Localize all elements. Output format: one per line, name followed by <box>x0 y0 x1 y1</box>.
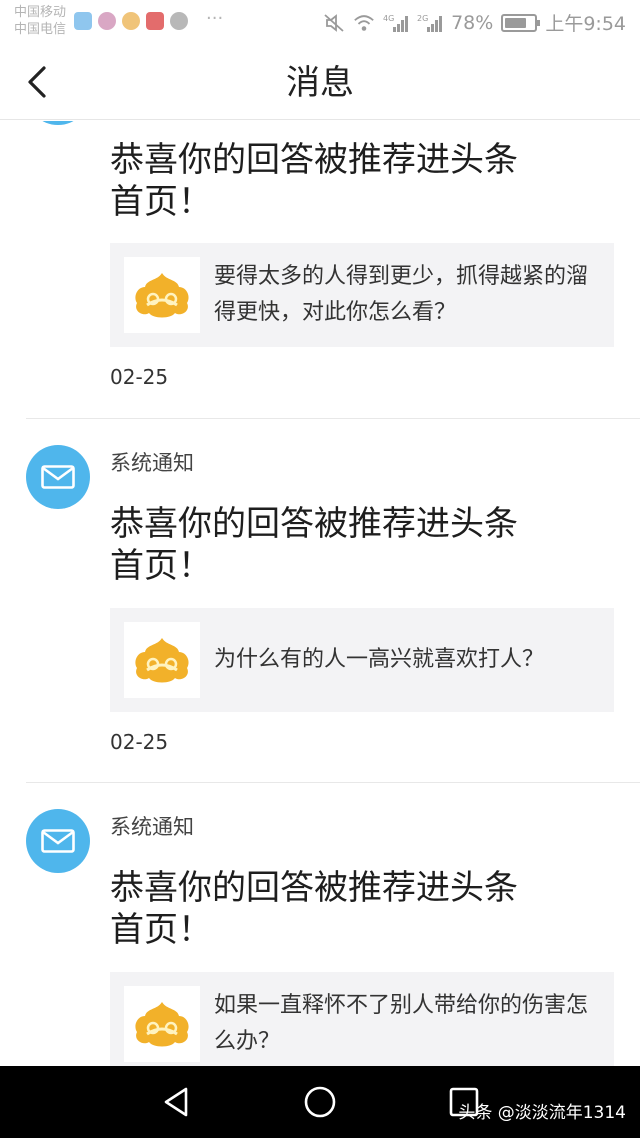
golden-cloud-icon <box>135 273 189 318</box>
navigation-bar: 头条 @淡淡流年1314 <box>0 1066 640 1138</box>
watermark-text: 头条 @淡淡流年1314 <box>458 1103 626 1123</box>
message-headline: 恭喜你的回答被推荐进头条 首页！ <box>110 867 610 951</box>
carrier-1: 中国移动 <box>14 5 67 20</box>
carrier-2: 中国电信 <box>14 22 67 37</box>
question-thumbnail <box>124 622 200 698</box>
clock: 上午9:54 <box>545 13 626 35</box>
sender-name: 系统通知 <box>110 815 194 839</box>
nav-home-button[interactable] <box>302 1084 338 1120</box>
battery-percent: 78% <box>451 11 494 34</box>
app-icon <box>146 12 164 30</box>
question-card[interactable]: 要得太多的人得到更少，抓得越紧的溜得更快，对此你怎么看？ <box>110 243 614 347</box>
mail-avatar <box>26 121 90 125</box>
message-date: 02-25 <box>110 730 169 754</box>
battery-icon <box>501 13 541 32</box>
headline-line-2: 首页！ <box>110 546 212 586</box>
question-text: 要得太多的人得到更少，抓得越紧的溜得更快，对此你怎么看？ <box>214 264 589 325</box>
circle-home-icon <box>304 1086 336 1118</box>
shield-app-icon <box>74 12 92 30</box>
message-item[interactable]: 系统通知 恭喜你的回答被推荐进头条 首页！ 如果一直释怀不了别人带给你的伤害怎么… <box>0 809 640 1066</box>
wifi-icon <box>354 14 374 31</box>
envelope-icon <box>41 465 75 489</box>
signal-2g-icon: 2G <box>417 14 443 32</box>
carrier-labels: 中国移动 中国电信 <box>14 4 66 38</box>
golden-cloud-icon <box>135 638 189 683</box>
status-bar: 中国移动 中国电信 ··· 4G 2G 78% 上午9:54 <box>0 0 640 44</box>
question-thumbnail <box>124 257 200 333</box>
mail-avatar <box>26 445 90 509</box>
list-divider <box>26 418 640 419</box>
question-thumbnail <box>124 986 200 1062</box>
question-card[interactable]: 为什么有的人一高兴就喜欢打人？ <box>110 608 614 712</box>
question-text: 如果一直释怀不了别人带给你的伤害怎么办？ <box>214 993 589 1054</box>
notification-icons <box>74 12 188 30</box>
wechat-icon <box>170 12 188 30</box>
mail-avatar <box>26 809 90 873</box>
message-headline: 恭喜你的回答被推荐进头条 首页！ <box>110 139 610 223</box>
headline-line-1: 恭喜你的回答被推荐进头条 <box>110 868 518 908</box>
page-title: 消息 <box>286 63 354 103</box>
net-4g-label: 4G <box>383 14 394 23</box>
message-headline: 恭喜你的回答被推荐进头条 首页！ <box>110 503 610 587</box>
envelope-icon <box>41 829 75 853</box>
question-card[interactable]: 如果一直释怀不了别人带给你的伤害怎么办？ <box>110 972 614 1066</box>
question-text: 为什么有的人一高兴就喜欢打人？ <box>214 647 545 672</box>
battery-fill <box>505 17 527 28</box>
message-list[interactable]: 恭喜你的回答被推荐进头条 首页！ 要得太多的人得到更少，抓得越紧的溜得更快，对此… <box>0 121 640 1066</box>
headline-line-2: 首页！ <box>110 910 212 950</box>
golden-cloud-icon <box>135 1002 189 1047</box>
more-notifications-icon: ··· <box>206 8 224 29</box>
mute-icon <box>324 13 344 32</box>
signal-4g-icon: 4G <box>383 14 409 32</box>
headline-line-1: 恭喜你的回答被推荐进头条 <box>110 504 518 544</box>
sender-name: 系统通知 <box>110 451 194 475</box>
message-item[interactable]: 恭喜你的回答被推荐进头条 首页！ 要得太多的人得到更少，抓得越紧的溜得更快，对此… <box>0 121 640 421</box>
message-item[interactable]: 系统通知 恭喜你的回答被推荐进头条 首页！ 为什么有的人一高兴就喜欢打人？ 02… <box>0 445 640 781</box>
app-icon <box>122 12 140 30</box>
list-divider <box>26 782 640 783</box>
nav-back-button[interactable] <box>160 1084 196 1120</box>
app-icon <box>98 12 116 30</box>
status-indicators: 4G 2G 78% 上午9:54 <box>323 9 626 36</box>
net-2g-label: 2G <box>417 14 428 23</box>
title-bar: 消息 <box>0 44 640 120</box>
triangle-back-icon <box>164 1087 188 1117</box>
message-date: 02-25 <box>110 365 169 389</box>
headline-line-2: 首页！ <box>110 182 212 222</box>
headline-line-1: 恭喜你的回答被推荐进头条 <box>110 140 518 180</box>
